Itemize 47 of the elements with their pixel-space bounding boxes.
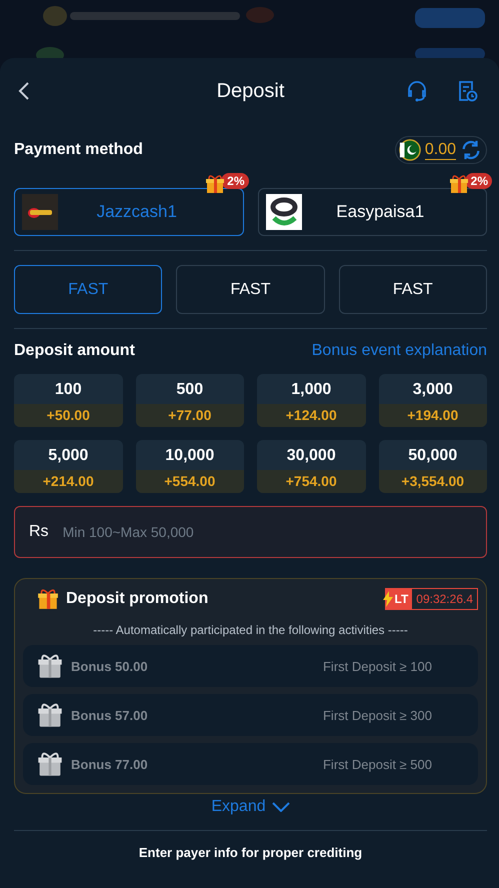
payment-method-option[interactable]: Easypaisa1 [258,188,487,236]
amount-option[interactable]: 30,000 +754.00 [257,440,366,493]
expand-button[interactable]: Expand [211,798,290,816]
channel-option[interactable]: FAST [176,265,325,314]
channel-option[interactable]: FAST [14,265,162,314]
amount-option[interactable]: 5,000 +214.00 [14,440,122,493]
amount-option[interactable]: 3,000 +194.00 [378,374,487,427]
payment-method-option[interactable]: Jazzcash1 [14,188,244,236]
bonus-amount: Bonus 50.00 [71,658,149,674]
promotion-note: ----- Automatically participated in the following activities ----- [92,623,409,637]
currency-label: Rs [29,523,49,541]
gift-icon [37,751,63,777]
bonus-amount: Bonus 77.00 [71,756,149,772]
channel-option[interactable]: FAST [338,265,487,314]
amount-option[interactable]: 1,000 +124.00 [257,374,366,427]
balance-amount[interactable]: 0.00 [424,140,456,160]
gift-icon [37,653,63,679]
bonus-condition: First Deposit ≥ 300 [322,708,432,722]
gift-icon [37,702,63,728]
section-title: Payment method [14,141,143,159]
amount-option[interactable]: 50,000 +3,554.00 [378,440,487,493]
section-title: Enter payer info for proper crediting [138,845,364,860]
amount-option[interactable]: 10,000 +554.00 [136,440,244,493]
logo-icon [22,194,58,230]
countdown-timer: 09:32:26.4 [415,592,474,606]
gift-icon [37,588,59,610]
limited-time-tag: LT [386,589,412,609]
bonus-condition: First Deposit ≥ 500 [322,756,432,772]
bonus-explanation-link[interactable]: Bonus event explanation [312,342,487,360]
logo-icon [266,194,302,230]
page-title: Deposit [216,80,284,102]
amount-option[interactable]: 100 +50.00 [14,374,122,427]
amount-option[interactable]: 500 +77.00 [136,374,244,427]
headset-icon[interactable] [405,79,429,103]
amount-field[interactable]: Rs Min 100~Max 50,000 [14,506,487,558]
lightning-icon [382,591,392,607]
refresh-icon[interactable] [460,139,482,161]
flag-icon [398,139,421,161]
section-title: Deposit amount [14,342,135,360]
amount-input-field[interactable]: Min 100~Max 50,000 [60,523,472,541]
gift-icon [205,174,226,194]
promotion-title: Deposit promotion [66,590,208,608]
back-icon[interactable] [18,81,30,101]
bonus-amount: Bonus 57.00 [71,708,149,722]
bonus-condition: First Deposit ≥ 100 [322,658,432,674]
chevron-down-icon [272,802,290,812]
gift-icon [448,174,469,194]
